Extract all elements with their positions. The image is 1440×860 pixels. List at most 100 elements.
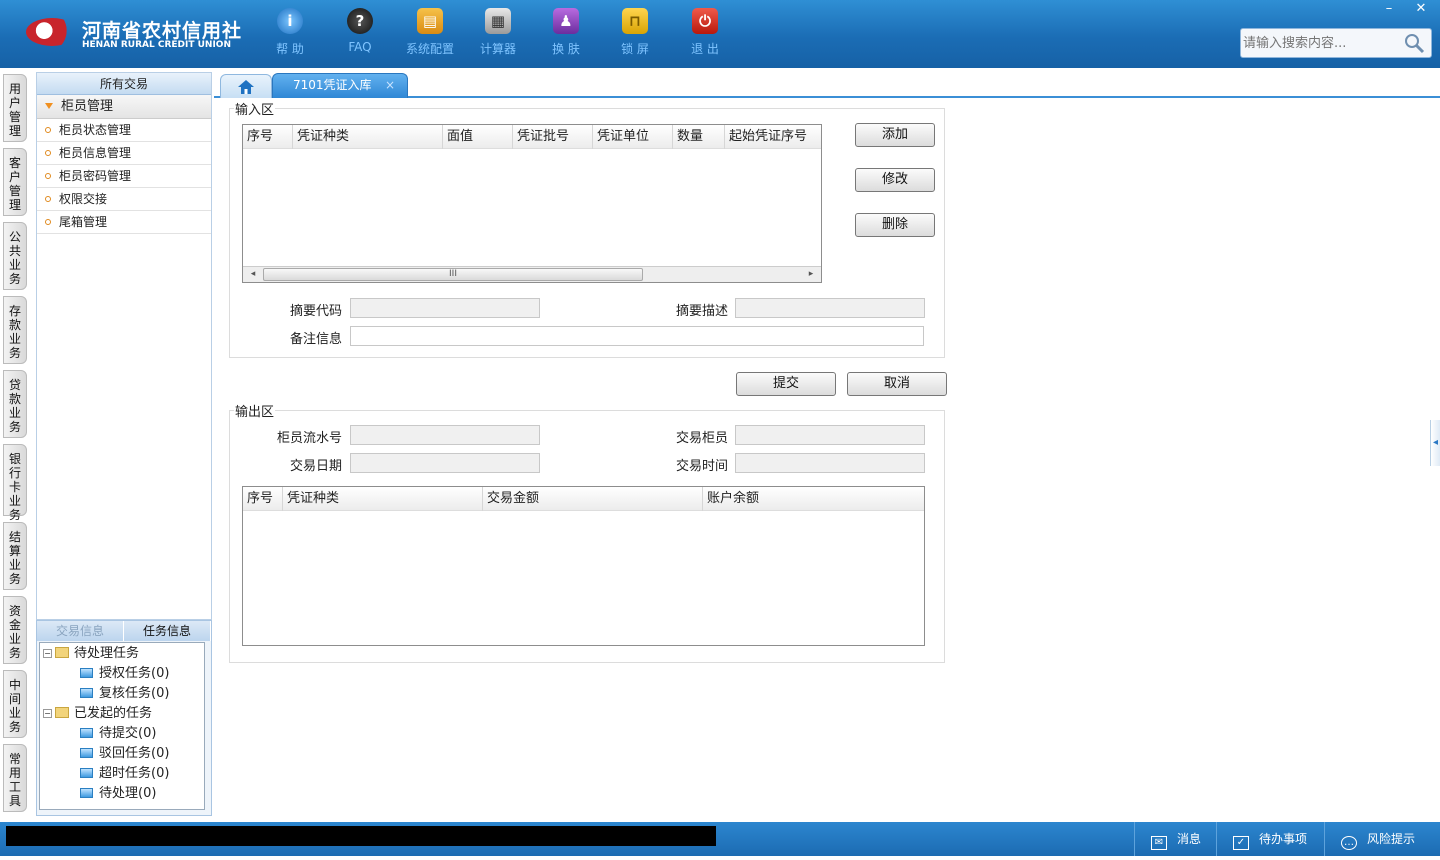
tree-node-timeout[interactable]: 超时任务(0) (40, 764, 204, 784)
menu-item-teller-status[interactable]: 柜员状态管理 (37, 119, 211, 142)
menu-item-teller-password[interactable]: 柜员密码管理 (37, 165, 211, 188)
transaction-menu-title: 所有交易 (37, 73, 211, 95)
calculator-label: 计算器 (479, 42, 516, 56)
cancel-button[interactable]: 取消 (847, 372, 947, 396)
delete-button[interactable]: 删除 (855, 213, 935, 237)
faq-icon: ? (347, 8, 373, 34)
task-icon (80, 668, 93, 678)
collapse-icon[interactable]: − (43, 649, 52, 658)
horizontal-scrollbar[interactable]: ◂ III ▸ (243, 266, 821, 282)
chevron-left-icon: ◂ (1432, 437, 1439, 448)
todo-button[interactable]: ✓ 待办事项 (1216, 822, 1324, 856)
folder-icon (55, 707, 69, 718)
vtab-bank-card-business[interactable]: 银行卡业务 (3, 444, 27, 522)
tree-node-rejected[interactable]: 驳回任务(0) (40, 744, 204, 764)
vtab-user-management[interactable]: 用户管理 (3, 74, 27, 142)
menu-item-teller-info[interactable]: 柜员信息管理 (37, 142, 211, 165)
faq-button[interactable]: ? FAQ (330, 8, 390, 62)
scroll-right-icon[interactable]: ▸ (803, 267, 819, 282)
tree-node-review-tasks[interactable]: 复核任务(0) (40, 684, 204, 704)
col-seq: 序号 (243, 487, 283, 511)
vtab-loan-business[interactable]: 贷款业务 (3, 370, 27, 438)
tab-task-info[interactable]: 任务信息 (124, 621, 211, 641)
search-input[interactable] (1243, 33, 1403, 53)
calculator-button[interactable]: ▦ 计算器 (468, 8, 528, 62)
trade-time-label: 交易时间 (675, 459, 728, 474)
close-tab-icon[interactable]: × (385, 74, 395, 96)
exit-button[interactable]: ⏻ 退 出 (675, 8, 735, 62)
voucher-input-table: 序号 凭证种类 面值 凭证批号 凭证单位 数量 起始凭证序号 ◂ III ▸ (242, 124, 822, 283)
tree-node-to-process[interactable]: 待处理(0) (40, 784, 204, 804)
tree-node-label: 待处理(0) (99, 786, 157, 801)
task-icon (80, 728, 93, 738)
speech-bubble-icon: … (1341, 836, 1357, 850)
menu-item-permission-handover[interactable]: 权限交接 (37, 188, 211, 211)
add-button[interactable]: 添加 (855, 123, 935, 147)
category-tabs: 用户管理 客户管理 公共业务 存款业务 贷款业务 银行卡业务 结算业务 资金业务… (0, 68, 32, 820)
tab-voucher-warehousing[interactable]: 7101凭证入库 × (272, 73, 408, 98)
menu-item-tail-box[interactable]: 尾箱管理 (37, 211, 211, 234)
system-config-button[interactable]: ▤ 系统配置 (400, 8, 460, 62)
submit-button[interactable]: 提交 (736, 372, 836, 396)
remark-label: 备注信息 (289, 332, 342, 347)
mail-icon: ✉ (1151, 836, 1167, 850)
menu-group-label: 柜员管理 (61, 99, 114, 114)
col-voucher-type: 凭证种类 (293, 125, 443, 149)
logo-english-name: HENAN RURAL CREDIT UNION (82, 40, 231, 50)
skin-label: 换 肤 (552, 42, 580, 56)
calculator-icon: ▦ (485, 8, 511, 34)
summary-code-field[interactable] (350, 298, 540, 318)
lock-screen-button[interactable]: ⊓ 锁 屏 (605, 8, 665, 62)
summary-desc-field[interactable] (735, 298, 925, 318)
vtab-common-tools[interactable]: 常用工具 (3, 744, 27, 812)
vtab-settlement-business[interactable]: 结算业务 (3, 522, 27, 590)
minimize-button[interactable]: – (1374, 0, 1404, 18)
vtab-intermediate-business[interactable]: 中间业务 (3, 670, 27, 738)
menu-item-label: 权限交接 (59, 192, 108, 206)
scroll-left-icon[interactable]: ◂ (245, 267, 261, 282)
col-voucher-type: 凭证种类 (283, 487, 483, 511)
system-config-label: 系统配置 (405, 42, 454, 56)
messages-button[interactable]: ✉ 消息 (1134, 822, 1216, 856)
risk-alert-button[interactable]: … 风险提示 (1324, 822, 1440, 856)
task-icon (80, 768, 93, 778)
trade-time-field[interactable] (735, 453, 925, 473)
tab-transaction-info[interactable]: 交易信息 (37, 621, 124, 641)
menu-item-label: 柜员密码管理 (59, 169, 132, 183)
trade-teller-field[interactable] (735, 425, 925, 445)
scroll-thumb[interactable]: III (263, 268, 643, 281)
menu-item-label: 柜员信息管理 (59, 146, 132, 160)
trade-date-label: 交易日期 (289, 459, 342, 474)
tree-node-pending-tasks[interactable]: − 待处理任务 (40, 644, 204, 664)
tree-node-label: 已发起的任务 (74, 706, 153, 721)
menu-group-teller-management[interactable]: 柜员管理 (37, 95, 211, 119)
col-start-seq: 起始凭证序号 (729, 129, 808, 144)
messages-label: 消息 (1177, 832, 1202, 846)
menu-item-label: 尾箱管理 (59, 215, 108, 229)
vtab-deposit-business[interactable]: 存款业务 (3, 296, 27, 364)
tab-home[interactable] (220, 74, 272, 98)
col-batch-no: 凭证批号 (513, 125, 593, 149)
close-window-button[interactable]: ✕ (1406, 0, 1436, 18)
tree-node-initiated-tasks[interactable]: − 已发起的任务 (40, 704, 204, 724)
bullet-icon (45, 196, 51, 202)
document-tabs: 7101凭证入库 × (214, 70, 1440, 98)
vtab-customer-management[interactable]: 客户管理 (3, 148, 27, 216)
trade-date-field[interactable] (350, 453, 540, 473)
help-button[interactable]: i 帮 助 (260, 8, 320, 62)
panel-collapse-toggle[interactable]: ◂ (1430, 420, 1440, 466)
collapse-icon[interactable]: − (43, 709, 52, 718)
search-icon[interactable] (1403, 32, 1425, 54)
teller-serial-field[interactable] (350, 425, 540, 445)
input-area: 输入区 序号 凭证种类 面值 凭证批号 凭证单位 数量 起始凭证序号 ◂ III… (229, 99, 945, 358)
vtab-public-business[interactable]: 公共业务 (3, 222, 27, 290)
vtab-fund-business[interactable]: 资金业务 (3, 596, 27, 664)
task-panel-tabs: 交易信息 任务信息 (37, 621, 211, 641)
edit-button[interactable]: 修改 (855, 168, 935, 192)
task-icon (80, 748, 93, 758)
remark-field[interactable] (350, 326, 924, 346)
tree-node-auth-tasks[interactable]: 授权任务(0) (40, 664, 204, 684)
todo-label: 待办事项 (1259, 832, 1308, 846)
skin-button[interactable]: ♟ 换 肤 (536, 8, 596, 62)
tree-node-to-submit[interactable]: 待提交(0) (40, 724, 204, 744)
